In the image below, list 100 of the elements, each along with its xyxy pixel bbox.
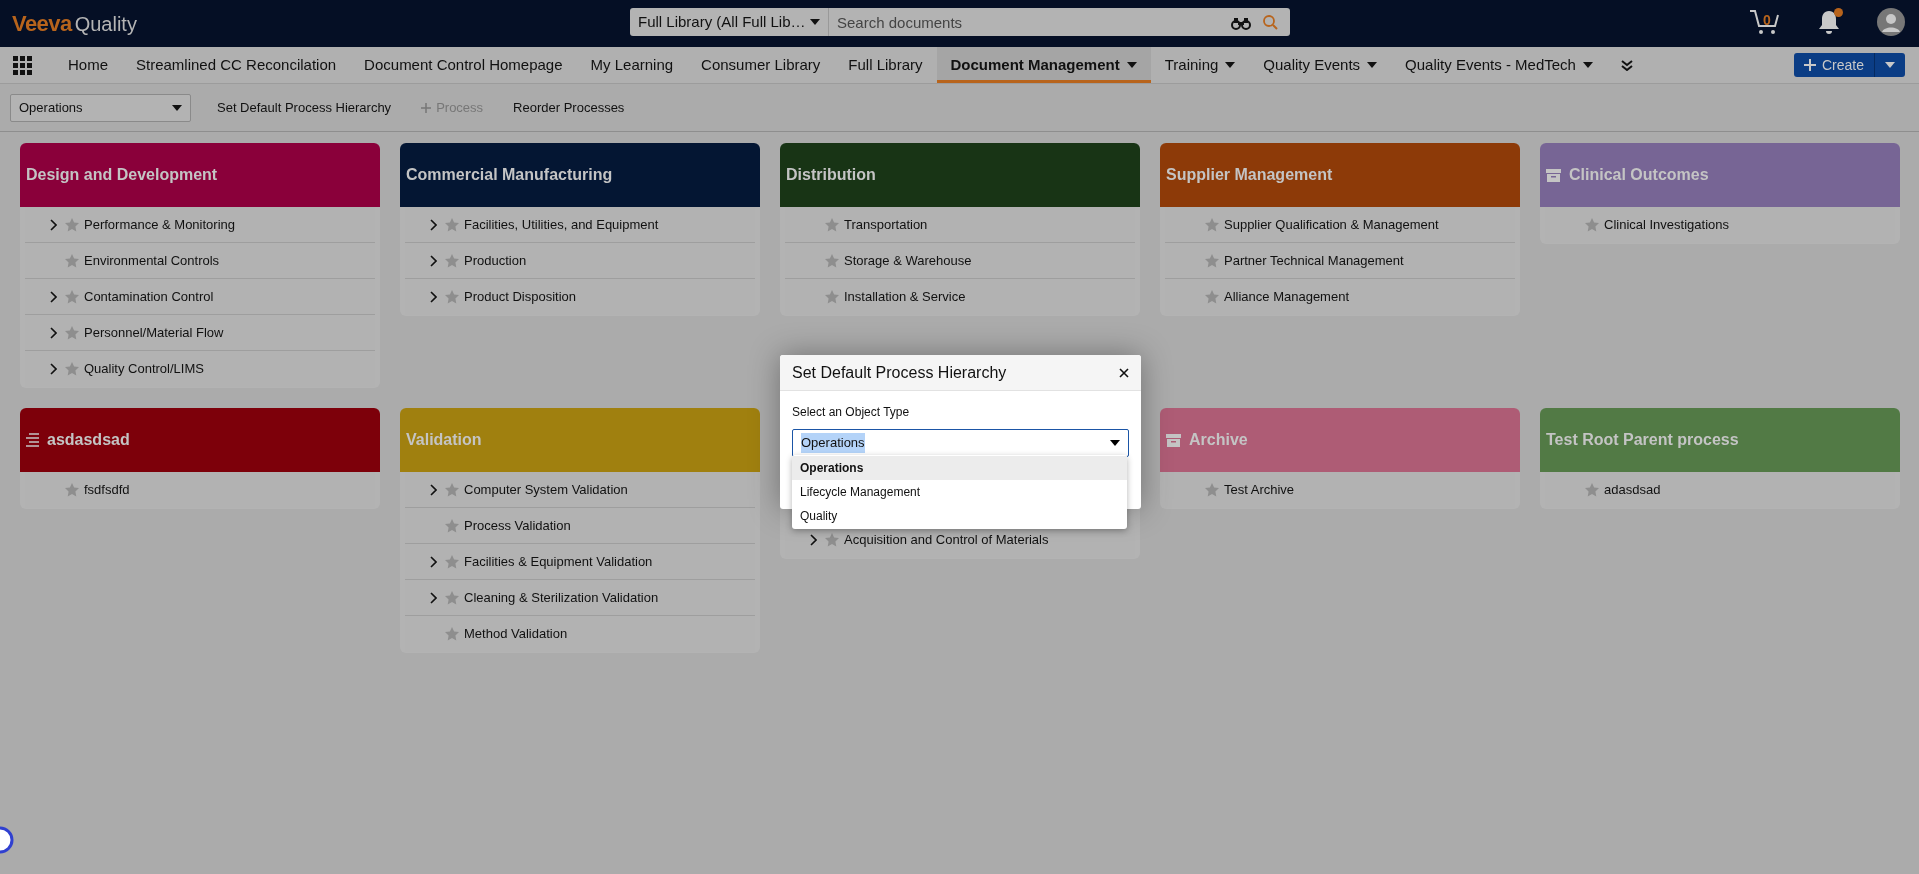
caret-icon: [1225, 62, 1236, 68]
process-link[interactable]: Acquisition and Control of Materials: [844, 530, 1049, 550]
star-icon[interactable]: [1205, 217, 1219, 232]
star-icon[interactable]: [65, 325, 79, 340]
star-icon[interactable]: [445, 590, 459, 605]
star-icon[interactable]: [825, 533, 839, 547]
process-link[interactable]: Cleaning & Sterilization Validation: [464, 587, 659, 608]
notifications-button[interactable]: [1817, 8, 1841, 36]
create-menu-button[interactable]: [1875, 53, 1905, 77]
process-link[interactable]: Method Validation: [464, 624, 568, 644]
star-icon[interactable]: [65, 289, 79, 304]
star-icon[interactable]: [65, 362, 79, 376]
toolbar-button[interactable]: Reorder Processes: [507, 97, 631, 118]
create-button[interactable]: Create: [1793, 53, 1875, 77]
process-link[interactable]: Storage & Warehouse: [844, 250, 972, 271]
close-icon[interactable]: [1119, 367, 1129, 378]
nav-tab[interactable]: Home: [54, 47, 122, 83]
caret-icon: [1126, 62, 1137, 68]
library-select[interactable]: Full Library (All Full Lib…: [630, 8, 829, 36]
nav-tab[interactable]: Streamlined CC Reconcilation: [122, 47, 351, 83]
plus-icon: [421, 102, 432, 113]
search-field[interactable]: Search documents: [829, 8, 1290, 36]
list-icon: [26, 433, 39, 447]
star-icon[interactable]: [445, 290, 459, 304]
nav-tab[interactable]: Quality Events: [1249, 47, 1392, 83]
star-icon[interactable]: [445, 518, 459, 533]
expand-chevron-icon[interactable]: [810, 534, 817, 546]
binoculars-icon: [1231, 15, 1251, 30]
cart-icon: [1749, 7, 1781, 37]
cart-button[interactable]: 0: [1749, 7, 1781, 37]
process-link[interactable]: fsdfsdfd: [84, 480, 130, 500]
expand-chevron-icon[interactable]: [430, 483, 437, 496]
expand-chevron-icon[interactable]: [430, 555, 437, 568]
caret-icon: [172, 104, 182, 111]
star-icon[interactable]: [445, 554, 459, 569]
process-link[interactable]: Production: [464, 250, 527, 271]
star-icon[interactable]: [445, 217, 459, 232]
star-icon[interactable]: [1205, 483, 1219, 497]
toolbar-button[interactable]: Set Default Process Hierarchy: [211, 97, 398, 118]
app-grid-icon[interactable]: [13, 55, 32, 75]
process-link[interactable]: Personnel/Material Flow: [84, 322, 224, 343]
expand-chevron-icon[interactable]: [50, 326, 57, 339]
caret-icon: [1110, 440, 1120, 446]
expand-chevron-icon[interactable]: [430, 591, 437, 604]
nav-tab[interactable]: Full Library: [834, 47, 937, 83]
star-icon[interactable]: [65, 253, 79, 268]
process-link[interactable]: Product Disposition: [464, 287, 576, 307]
star-icon[interactable]: [445, 627, 459, 641]
dropdown-option[interactable]: Operations: [792, 456, 1127, 480]
process-link[interactable]: Contamination Control: [84, 286, 214, 307]
star-icon[interactable]: [445, 482, 459, 497]
process-link[interactable]: Computer System Validation: [464, 479, 628, 500]
star-icon[interactable]: [1585, 483, 1599, 497]
process-link[interactable]: Partner Technical Management: [1224, 250, 1404, 271]
star-icon[interactable]: [825, 290, 839, 304]
star-icon[interactable]: [1585, 218, 1599, 232]
process-link[interactable]: adasdsad: [1604, 480, 1661, 500]
card-title: Clinical Outcomes: [1569, 165, 1709, 185]
nav-tab[interactable]: Document Control Homepage: [350, 47, 577, 83]
process-link[interactable]: Alliance Management: [1224, 287, 1350, 307]
dropdown-option[interactable]: Lifecycle Management: [792, 480, 1127, 504]
dropdown-option[interactable]: Quality: [792, 504, 1127, 528]
card-title: Test Root Parent process: [1546, 430, 1739, 450]
star-icon[interactable]: [825, 217, 839, 232]
nav-tab[interactable]: My Learning: [576, 47, 688, 83]
field-label: Select an Object Type: [792, 404, 911, 421]
process-link[interactable]: Quality Control/LIMS: [84, 359, 204, 379]
process-link[interactable]: Process Validation: [464, 515, 571, 536]
more-tabs-icon[interactable]: [1620, 59, 1633, 71]
card-title: Design and Development: [26, 165, 218, 185]
process-link[interactable]: Facilities & Equipment Validation: [464, 551, 653, 572]
plus-icon: [1803, 59, 1816, 71]
archive-icon: [1166, 433, 1181, 447]
star-icon[interactable]: [445, 253, 459, 268]
nav-tab[interactable]: Consumer Library: [687, 47, 835, 83]
card-title: Archive: [1189, 430, 1248, 450]
expand-chevron-icon[interactable]: [50, 218, 57, 231]
nav-tab[interactable]: Document Management: [936, 47, 1151, 83]
star-icon[interactable]: [825, 253, 839, 268]
expand-chevron-icon[interactable]: [430, 254, 437, 267]
process-link[interactable]: Environmental Controls: [84, 250, 220, 271]
process-link[interactable]: Facilities, Utilities, and Equipment: [464, 214, 659, 235]
process-link[interactable]: Supplier Qualification & Management: [1224, 214, 1439, 235]
expand-chevron-icon[interactable]: [430, 218, 437, 231]
nav-tab[interactable]: Quality Events - MedTech: [1391, 47, 1607, 83]
process-link[interactable]: Installation & Service: [844, 287, 966, 307]
object-type-select[interactable]: Operations: [10, 93, 191, 122]
process-link[interactable]: Test Archive: [1224, 480, 1295, 500]
logo-brand: Veeva: [12, 10, 72, 38]
process-link[interactable]: Clinical Investigations: [1604, 215, 1729, 235]
star-icon[interactable]: [1205, 290, 1219, 304]
process-link[interactable]: Performance & Monitoring: [84, 214, 235, 235]
expand-chevron-icon[interactable]: [50, 363, 57, 375]
expand-chevron-icon[interactable]: [50, 290, 57, 303]
nav-tab[interactable]: Training: [1150, 47, 1250, 83]
star-icon[interactable]: [65, 483, 79, 497]
expand-chevron-icon[interactable]: [430, 291, 437, 303]
star-icon[interactable]: [65, 217, 79, 232]
star-icon[interactable]: [1205, 253, 1219, 268]
process-link[interactable]: Transportation: [844, 214, 928, 235]
